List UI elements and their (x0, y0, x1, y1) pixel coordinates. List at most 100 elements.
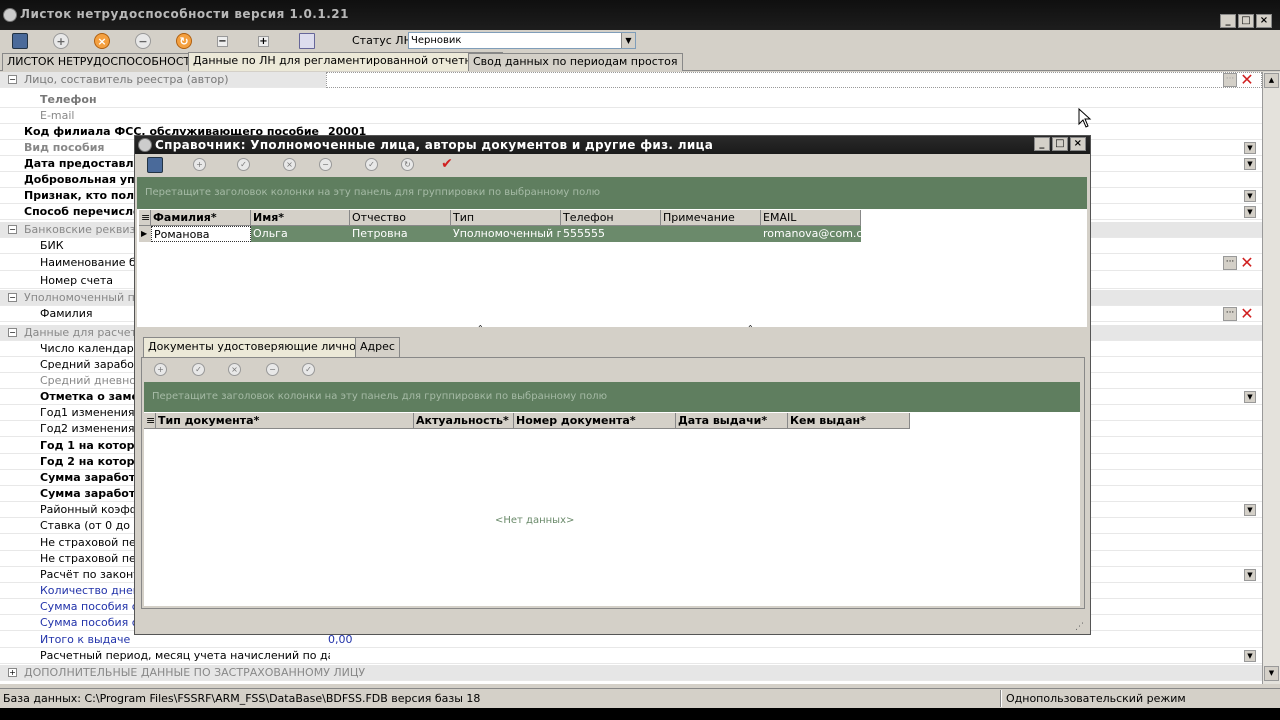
delete-icon[interactable]: × (228, 363, 241, 376)
col-phone[interactable]: Телефон (561, 210, 661, 226)
close-button[interactable]: × (1256, 14, 1272, 28)
col-note[interactable]: Примечание (661, 210, 761, 226)
grid-row[interactable]: Телефон (0, 92, 1262, 108)
app-icon (3, 8, 17, 22)
chevron-down-icon[interactable]: ▼ (621, 33, 635, 48)
window-title: Листок нетрудоспособности версия 1.0.1.2… (20, 7, 349, 21)
delete-icon[interactable]: × (283, 158, 296, 171)
grid-category-author[interactable]: − Лицо, составитель реестра (автор) ··· … (0, 72, 1262, 88)
grid-row[interactable]: Расчетный период, месяц учета начислений… (0, 648, 1262, 664)
check-icon[interactable]: ✓ (365, 158, 378, 171)
chevron-down-icon[interactable]: ▼ (1244, 391, 1256, 403)
col-issued-by[interactable]: Кем выдан* (788, 413, 910, 429)
sub-panel: + ✓ × − ✓ Перетащите заголовок колонки н… (141, 357, 1085, 609)
grid-category-additional[interactable]: + ДОПОЛНИТЕЛЬНЫЕ ДАННЫЕ ПО ЗАСТРАХОВАННОМ… (0, 665, 1262, 681)
mode-text: Однопользовательский режим (1006, 692, 1186, 705)
row-pointer-icon: ▶ (139, 226, 151, 242)
resize-grip-icon[interactable]: ⋰ (1075, 622, 1084, 632)
col-lastname[interactable]: Фамилия* (151, 210, 251, 226)
add-icon[interactable]: + (53, 33, 69, 49)
chevron-down-icon[interactable]: ▼ (1244, 142, 1256, 154)
minus-icon[interactable]: − (319, 158, 332, 171)
status-divider (1000, 690, 1002, 707)
status-value: Черновик (411, 35, 462, 46)
select-check-icon[interactable]: ✔ (439, 157, 455, 173)
group-by-panel[interactable]: Перетащите заголовок колонки на эту пане… (137, 177, 1087, 209)
tab-address[interactable]: Адрес (355, 337, 400, 357)
dialog-minimize-button[interactable]: _ (1034, 137, 1050, 151)
table-row[interactable]: ▶ Романова Ольга Петровна Уполномоченный… (139, 226, 861, 242)
clear-icon[interactable]: ✕ (1239, 306, 1255, 322)
col-doc-number[interactable]: Номер документа* (514, 413, 676, 429)
save-icon[interactable] (147, 157, 163, 173)
grid-row[interactable]: E-mail (0, 108, 1262, 124)
save-icon[interactable] (12, 33, 28, 49)
tab-sick-leave[interactable]: ЛИСТОК НЕТРУДОСПОСОБНОСТИ (2, 53, 204, 71)
chevron-down-icon[interactable]: ▼ (1244, 190, 1256, 202)
status-bar: База данных: C:\Program Files\FSSRF\ARM_… (0, 688, 1280, 708)
persons-grid: Перетащите заголовок колонки на эту пане… (137, 177, 1087, 327)
identity-docs-grid: Перетащите заголовок колонки на эту пане… (144, 382, 1080, 606)
no-data-text: <Нет данных> (495, 515, 575, 526)
scroll-down-icon[interactable]: ▼ (1264, 666, 1279, 681)
add-icon[interactable]: + (154, 363, 167, 376)
minimize-button[interactable]: _ (1220, 14, 1236, 28)
clear-icon[interactable]: ✕ (1239, 255, 1255, 271)
window-titlebar: Листок нетрудоспособности версия 1.0.1.2… (0, 0, 1280, 30)
expand-icon[interactable]: + (258, 36, 269, 47)
tab-identity-docs[interactable]: Документы удостоверяющие личность (143, 337, 380, 357)
check-icon[interactable]: ✓ (302, 363, 315, 376)
maximize-button[interactable]: □ (1238, 14, 1254, 28)
main-toolbar: + × − ↻ − + (0, 30, 1280, 52)
ellipsis-button[interactable]: ··· (1223, 256, 1237, 270)
dialog-close-button[interactable]: × (1070, 137, 1086, 151)
col-patronymic[interactable]: Отчество (350, 210, 451, 226)
app-icon (138, 138, 152, 152)
grid-menu-icon[interactable]: ≡ (144, 413, 156, 429)
edit-icon[interactable]: ✓ (237, 158, 250, 171)
tab-downtime-summary[interactable]: Свод данных по периодам простоя (468, 53, 683, 71)
chevron-down-icon[interactable]: ▼ (1244, 504, 1256, 516)
col-doc-type[interactable]: Тип документа* (156, 413, 414, 429)
delete-icon[interactable]: × (94, 33, 110, 49)
minus-icon[interactable]: − (266, 363, 279, 376)
col-type[interactable]: Тип (451, 210, 561, 226)
collapse-icon[interactable]: − (217, 36, 228, 47)
dialog-titlebar: Справочник: Уполномоченные лица, авторы … (135, 136, 1090, 154)
chevron-down-icon[interactable]: ▼ (1244, 158, 1256, 170)
status-select[interactable]: Черновик ▼ (408, 32, 636, 49)
db-path-text: База данных: C:\Program Files\FSSRF\ARM_… (3, 692, 481, 705)
author-value[interactable] (326, 72, 1262, 88)
edit-icon[interactable]: ✓ (192, 363, 205, 376)
chevron-up-icon[interactable]: ⌃ (747, 324, 754, 333)
add-icon[interactable]: + (193, 158, 206, 171)
ellipsis-button[interactable]: ··· (1223, 307, 1237, 321)
grid-menu-icon[interactable]: ≡ (139, 210, 151, 226)
scroll-up-icon[interactable]: ▲ (1264, 73, 1279, 88)
group-by-panel[interactable]: Перетащите заголовок колонки на эту пане… (144, 382, 1080, 412)
refresh-icon[interactable]: ↻ (401, 158, 414, 171)
minus-icon[interactable]: − (135, 33, 151, 49)
mouse-cursor-icon (1078, 108, 1092, 128)
tab-reporting-data[interactable]: Данные по ЛН для регламентированной отче… (188, 52, 504, 71)
ellipsis-button[interactable]: ··· (1223, 73, 1237, 87)
refresh-icon[interactable]: ↻ (176, 33, 192, 49)
dialog-maximize-button[interactable]: □ (1052, 137, 1068, 151)
main-tabs: ЛИСТОК НЕТРУДОСПОСОБНОСТИ Данные по ЛН д… (0, 52, 1280, 71)
status-label: Статус ЛН (352, 34, 412, 47)
chevron-down-icon[interactable]: ▼ (1244, 206, 1256, 218)
screen-border (0, 708, 1280, 720)
col-email[interactable]: EMAIL (761, 210, 861, 226)
chevron-down-icon[interactable]: ▼ (1244, 650, 1256, 662)
splitter[interactable]: ⌃ ⌃ (137, 324, 1087, 333)
col-issue-date[interactable]: Дата выдачи* (676, 413, 788, 429)
vertical-scrollbar[interactable]: ▲ ▼ (1262, 72, 1280, 684)
clear-icon[interactable]: ✕ (1239, 72, 1255, 88)
persons-grid-header: ≡ Фамилия* Имя* Отчество Тип Телефон При… (139, 210, 861, 226)
col-firstname[interactable]: Имя* (251, 210, 350, 226)
dialog-title: Справочник: Уполномоченные лица, авторы … (155, 138, 714, 152)
chevron-down-icon[interactable]: ▼ (1244, 569, 1256, 581)
chevron-up-icon[interactable]: ⌃ (477, 324, 484, 333)
calendar-icon[interactable] (299, 33, 315, 49)
col-actuality[interactable]: Актуальность* (414, 413, 514, 429)
